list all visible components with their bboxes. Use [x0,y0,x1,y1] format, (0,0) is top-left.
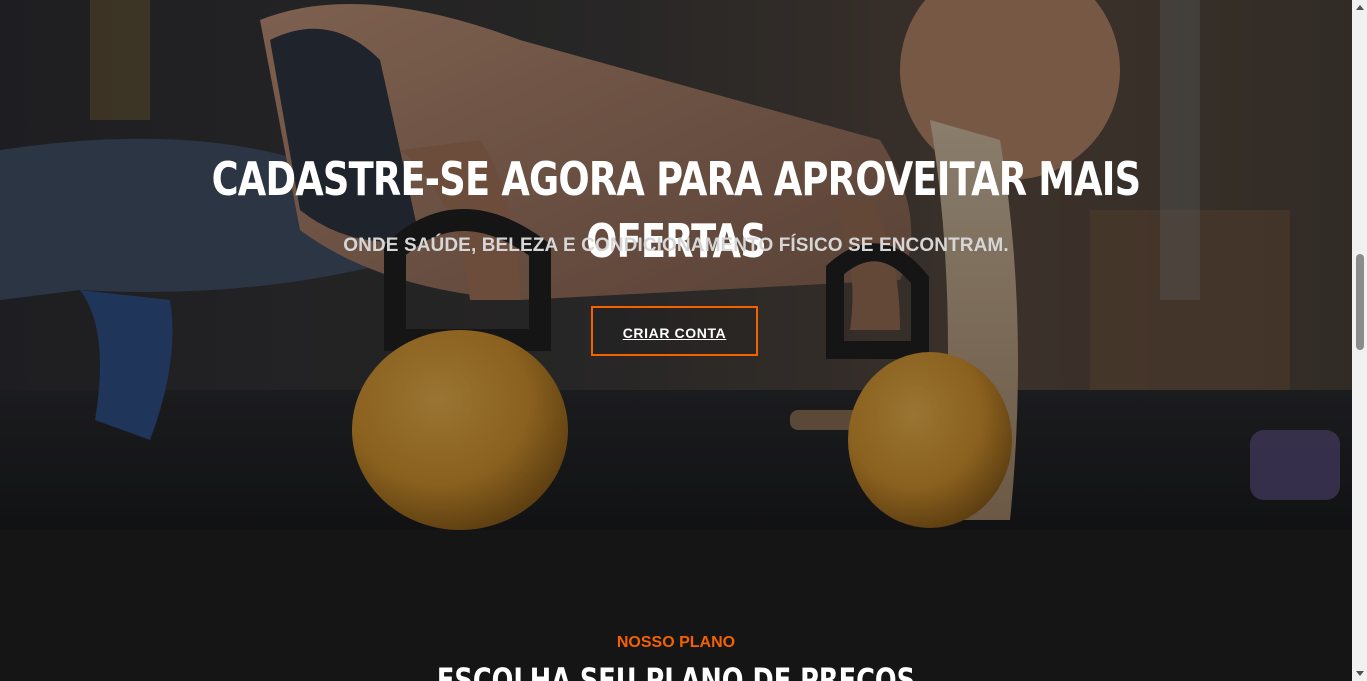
scrollbar-thumb[interactable] [1356,254,1364,350]
page-scrollbar[interactable] [1352,0,1367,681]
hero-section: CADASTRE-SE AGORA PARA APROVEITAR MAIS O… [0,0,1352,530]
page: CADASTRE-SE AGORA PARA APROVEITAR MAIS O… [0,0,1352,681]
pricing-section-title: ESCOLHA SEU PLANO DE PREÇOS [436,661,916,681]
create-account-button[interactable]: CRIAR CONTA [591,306,758,356]
hero-content: CADASTRE-SE AGORA PARA APROVEITAR MAIS O… [0,0,1352,530]
pricing-section: NOSSO PLANO ESCOLHA SEU PLANO DE PREÇOS [0,530,1352,681]
hero-subtitle: ONDE SAÚDE, BELEZA E CONDICIONAMENTO FÍS… [343,235,1009,256]
pricing-section-label: NOSSO PLANO [616,634,736,651]
scroll-up-arrow-icon[interactable] [1352,0,1367,15]
scroll-down-arrow-icon[interactable] [1352,666,1367,681]
